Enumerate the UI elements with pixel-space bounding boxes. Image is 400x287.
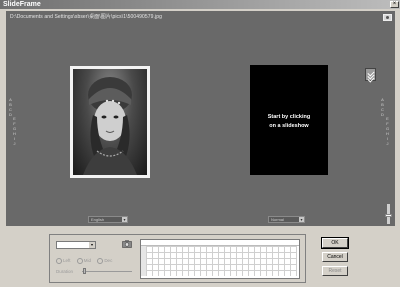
chevron-down-icon: ▾ xyxy=(122,217,127,222)
zoom-slider-knob[interactable] xyxy=(385,214,392,217)
portrait-image xyxy=(73,69,147,175)
camera-icon[interactable] xyxy=(122,240,132,248)
right-side-label-1: ABCD xyxy=(381,97,384,117)
right-combo-value: Normal xyxy=(271,217,284,222)
radio-2[interactable]: Mid xyxy=(77,258,91,264)
window-title: SlideFrame xyxy=(3,1,41,8)
slideshow-message: Start by clicking on a slideshow xyxy=(250,113,328,131)
chevron-down-icon: ▾ xyxy=(299,217,304,222)
left-side-label-1: ABCD xyxy=(9,97,12,117)
timeline-grid[interactable] xyxy=(140,239,300,279)
left-combo-value: English xyxy=(91,217,105,222)
ok-button[interactable]: OK xyxy=(321,237,349,249)
app-window: SlideFrame × D:\Documents and Settings\s… xyxy=(0,0,400,287)
effect-select[interactable]: ▾ xyxy=(56,241,96,249)
file-path: D:\Documents and Settings\sbser\桌面\图片\pi… xyxy=(10,14,162,20)
slideshow-message-line1: Start by clicking xyxy=(267,114,311,120)
title-bar[interactable]: SlideFrame × xyxy=(0,0,400,9)
close-button[interactable]: × xyxy=(390,1,399,8)
reset-button[interactable]: Reset xyxy=(322,266,348,276)
zoom-slider[interactable] xyxy=(385,204,392,224)
left-side-label-2: EFGHIJ xyxy=(12,116,17,146)
timeline-cells[interactable] xyxy=(146,246,297,276)
duration-slider-knob[interactable] xyxy=(83,268,86,274)
mode-radios: Left Mid Dec xyxy=(56,258,117,264)
duration-label: Duration xyxy=(56,269,74,274)
slideshow-message-line2: on a slideshow xyxy=(269,123,309,129)
snapshot-icon[interactable] xyxy=(383,14,392,21)
duration-slider-track[interactable] xyxy=(82,271,132,272)
right-combo[interactable]: Normal ▾ xyxy=(268,216,305,223)
chevron-down-icon: ▾ xyxy=(89,242,95,248)
preview-canvas: D:\Documents and Settings\sbser\桌面\图片\pi… xyxy=(6,11,395,226)
right-side-label-2: EFGHIJ xyxy=(385,116,390,146)
radio-1[interactable]: Left xyxy=(56,258,71,264)
cancel-button[interactable]: Cancel xyxy=(322,252,348,262)
left-combo[interactable]: English ▾ xyxy=(88,216,128,223)
radio-3[interactable]: Dec xyxy=(97,258,112,264)
slideshow-preview[interactable]: Start by clicking on a slideshow xyxy=(250,65,328,175)
source-photo[interactable] xyxy=(70,66,150,178)
scroll-down-button[interactable] xyxy=(365,68,376,83)
timeline-panel: ▾ Left Mid Dec Duration xyxy=(49,234,306,283)
